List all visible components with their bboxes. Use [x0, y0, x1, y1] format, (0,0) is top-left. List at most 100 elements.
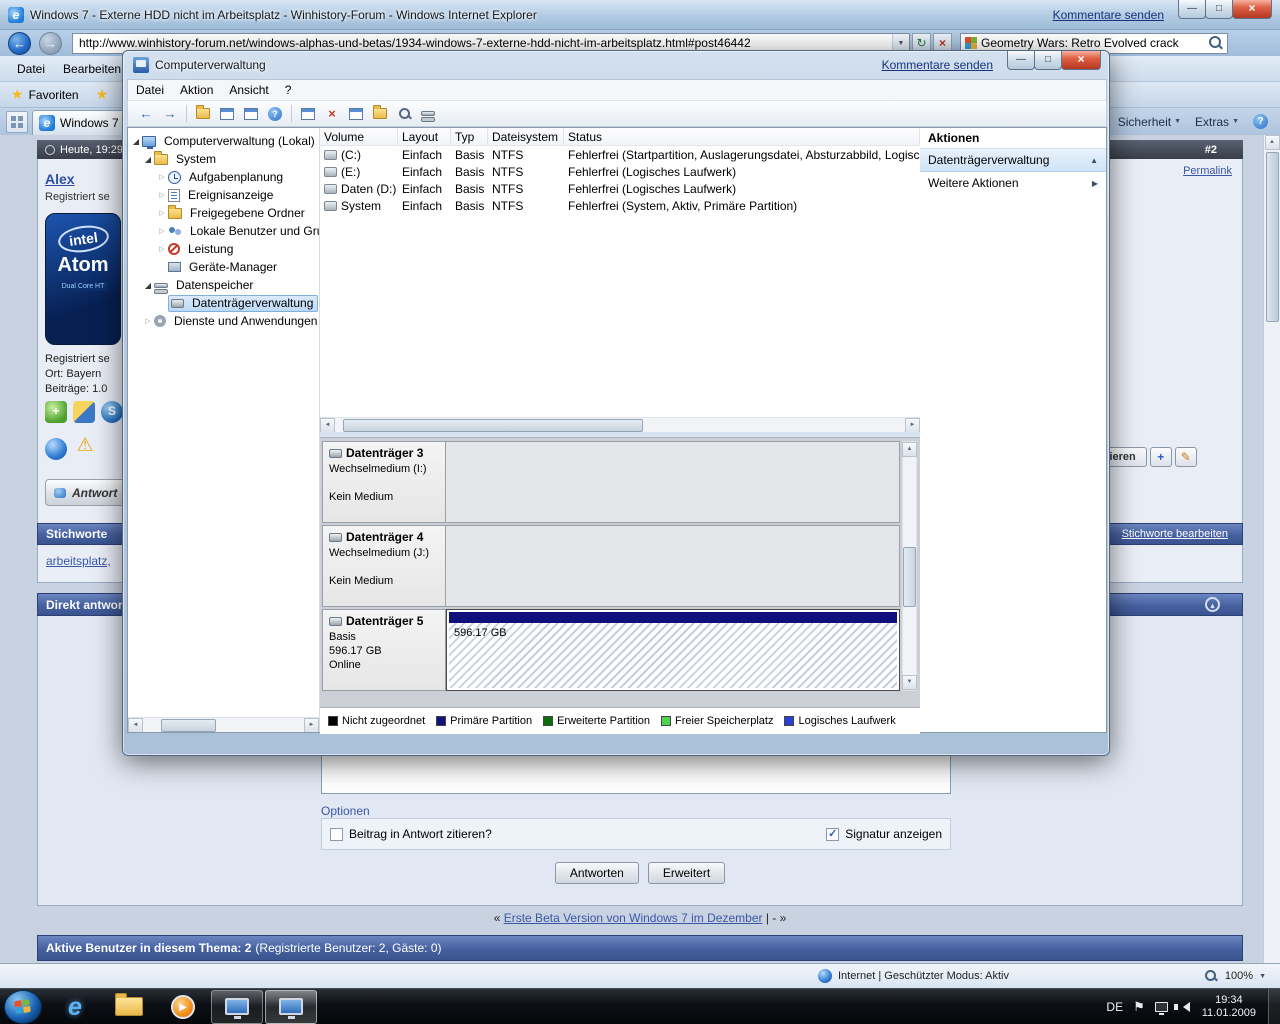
taskbar-explorer-button[interactable] [103, 990, 155, 1024]
multi-quote-button[interactable]: + [1150, 447, 1172, 467]
close-button[interactable]: × [1232, 0, 1272, 19]
column-header-layout[interactable]: Layout [398, 128, 451, 145]
actions-selected-item[interactable]: Datenträgerverwaltung ▲ [920, 149, 1106, 172]
disk-media-area[interactable] [446, 525, 900, 607]
scroll-right-button[interactable]: ► [304, 718, 319, 733]
expander-icon[interactable]: ▷ [156, 191, 168, 199]
back-button[interactable]: ← [135, 103, 157, 124]
command-extras[interactable]: Extras▼ [1195, 115, 1239, 129]
scroll-up-button[interactable]: ▲ [1265, 135, 1280, 150]
disk-media-area[interactable] [446, 441, 900, 523]
new-window-button[interactable] [297, 103, 319, 124]
search-icon[interactable] [1206, 34, 1224, 52]
show-desktop-button[interactable] [1268, 989, 1280, 1024]
menu-help[interactable]: ? [277, 80, 300, 100]
tag-link[interactable]: arbeitsplatz, [46, 554, 111, 568]
signature-checkbox[interactable]: ✓ [826, 828, 839, 841]
scrollbar-thumb[interactable] [903, 547, 916, 607]
scroll-up-button[interactable]: ▲ [902, 442, 917, 457]
volume-icon[interactable] [1178, 1002, 1190, 1012]
homepage-icon[interactable] [45, 438, 67, 460]
disks-button[interactable] [417, 103, 439, 124]
collapse-icon[interactable]: ▴ [1205, 597, 1220, 612]
close-button[interactable]: × [1061, 51, 1101, 70]
im-icon[interactable] [73, 401, 95, 423]
language-indicator[interactable]: DE [1106, 1000, 1123, 1014]
column-header-typ[interactable]: Typ [451, 128, 488, 145]
menu-datei[interactable]: Datei [8, 59, 54, 79]
expander-icon[interactable]: ▷ [156, 209, 168, 217]
tree-item-geraete-manager[interactable]: Geräte-Manager [128, 258, 319, 276]
maximize-button[interactable]: □ [1205, 0, 1233, 19]
tree-item-ereignisanzeige[interactable]: ▷ Ereignisanzeige [128, 186, 319, 204]
scroll-left-button[interactable]: ◄ [320, 418, 335, 433]
ie-send-feedback-link[interactable]: Kommentare senden [1053, 8, 1164, 22]
find-button[interactable] [393, 103, 415, 124]
volume-row-e[interactable]: (E:) Einfach Basis NTFS Fehlerfrei (Logi… [320, 163, 920, 180]
address-input[interactable] [73, 36, 892, 50]
scrollbar-thumb[interactable] [1266, 152, 1279, 322]
quote-checkbox[interactable] [330, 828, 343, 841]
tree-item-root[interactable]: ◢ Computerverwaltung (Lokal) [128, 132, 319, 150]
favorites-button[interactable]: Favoriten [29, 88, 79, 102]
tree-horizontal-scrollbar[interactable]: ◄ ► [128, 717, 319, 732]
expander-icon[interactable]: ▷ [156, 245, 168, 253]
minimize-button[interactable]: — [1007, 51, 1035, 70]
tree-item-system[interactable]: ◢ System [128, 150, 319, 168]
selected-tree-item[interactable]: Datenträgerverwaltung [168, 295, 318, 312]
actions-more-item[interactable]: Weitere Aktionen ▶ [920, 172, 1106, 194]
taskbar-window-button-2[interactable] [265, 990, 317, 1024]
chevron-up-icon[interactable]: ▲ [1090, 156, 1098, 165]
scroll-left-button[interactable]: ◄ [128, 718, 143, 733]
menu-aktion[interactable]: Aktion [172, 80, 221, 100]
expander-icon[interactable]: ▷ [142, 317, 154, 325]
expander-icon[interactable]: ◢ [142, 155, 154, 164]
quick-tabs-button[interactable] [6, 111, 28, 133]
add-favorite-icon[interactable]: ★ [96, 86, 109, 103]
tree-item-dienste[interactable]: ▷ Dienste und Anwendungen [128, 312, 319, 330]
search-provider-icon[interactable] [965, 37, 977, 49]
disk-row-5[interactable]: Datenträger 5 Basis 596.17 GB Online 596… [322, 609, 900, 691]
search-input[interactable] [981, 36, 1206, 50]
expander-icon[interactable]: ▷ [156, 173, 168, 181]
tree-item-datentraegerverwaltung[interactable]: Datenträgerverwaltung [128, 294, 319, 312]
taskbar-ie-button[interactable]: e [49, 990, 101, 1024]
volume-row-system[interactable]: System Einfach Basis NTFS Fehlerfrei (Sy… [320, 197, 920, 214]
scrollbar-thumb[interactable] [343, 419, 643, 432]
back-button[interactable]: ← [8, 32, 31, 55]
export-list-button[interactable] [240, 103, 262, 124]
menu-datei[interactable]: Datei [128, 80, 172, 100]
antworten-submit-button[interactable]: Antworten [555, 862, 639, 884]
status-icon[interactable]: + [45, 401, 67, 423]
disk-view-scrollbar[interactable]: ▲ ▼ [902, 441, 917, 691]
cm-titlebar[interactable]: Computerverwaltung Kommentare senden — □… [123, 51, 1109, 79]
column-header-volume[interactable]: Volume [320, 128, 398, 145]
volume-row-daten-d[interactable]: Daten (D:) Einfach Basis NTFS Fehlerfrei… [320, 180, 920, 197]
tree-item-datenspeicher[interactable]: ◢ Datenspeicher [128, 276, 319, 294]
expander-icon[interactable]: ▷ [156, 227, 168, 235]
skype-icon[interactable]: S [101, 401, 123, 423]
erweitert-button[interactable]: Erweitert [648, 862, 725, 884]
expander-icon[interactable]: ◢ [142, 281, 154, 290]
console-tree-button[interactable] [216, 103, 238, 124]
start-button[interactable] [4, 990, 42, 1024]
help-button[interactable]: ? [264, 103, 286, 124]
zoom-control[interactable]: 100% ▼ [1203, 964, 1266, 988]
chevron-right-icon[interactable]: ▶ [1092, 179, 1098, 188]
menu-bearbeiten[interactable]: Bearbeiten [54, 59, 130, 79]
report-icon[interactable]: ⚠ [74, 435, 96, 457]
open-button[interactable] [369, 103, 391, 124]
volume-list-scrollbar[interactable]: ◄ ► [320, 417, 920, 432]
tree-item-freigegebene-ordner[interactable]: ▷ Freigegebene Ordner [128, 204, 319, 222]
quick-reply-button[interactable]: ✎ [1175, 447, 1197, 467]
clock[interactable]: 19:34 11.01.2009 [1202, 994, 1256, 1020]
column-header-dateisystem[interactable]: Dateisystem [488, 128, 564, 145]
disk-row-3[interactable]: Datenträger 3 Wechselmedium (I:) Kein Me… [322, 441, 900, 523]
tree-item-leistung[interactable]: ▷ Leistung [128, 240, 319, 258]
properties-button[interactable] [345, 103, 367, 124]
network-icon[interactable] [1155, 1002, 1168, 1012]
expander-icon[interactable]: ◢ [130, 137, 142, 146]
edit-tags-link[interactable]: Stichworte bearbeiten [1122, 528, 1228, 540]
scrollbar-thumb[interactable] [161, 719, 216, 732]
tree-item-aufgabenplanung[interactable]: ▷ Aufgabenplanung [128, 168, 319, 186]
